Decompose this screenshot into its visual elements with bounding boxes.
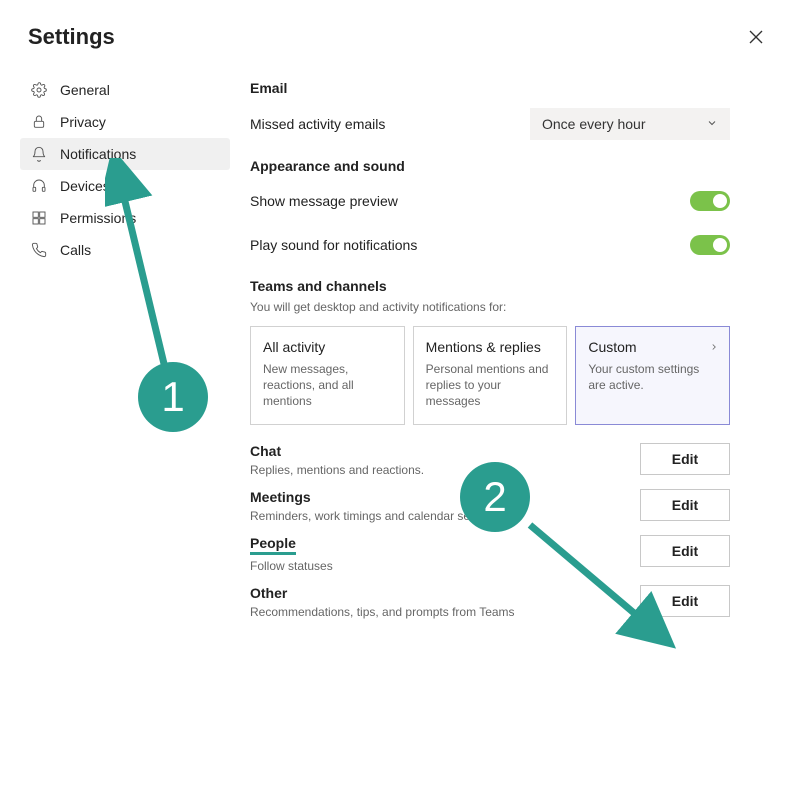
group-meetings-desc: Reminders, work timings and calendar set… bbox=[250, 509, 502, 523]
phone-icon bbox=[30, 241, 48, 259]
chevron-down-icon bbox=[706, 116, 718, 132]
page-title: Settings bbox=[28, 24, 115, 50]
group-people-title: People bbox=[250, 535, 296, 555]
content-area: Email Missed activity emails Once every … bbox=[230, 62, 770, 659]
section-teams-title: Teams and channels bbox=[250, 278, 730, 294]
sidebar-item-notifications[interactable]: Notifications bbox=[20, 138, 230, 170]
sidebar-item-general[interactable]: General bbox=[20, 74, 230, 106]
group-people-desc: Follow statuses bbox=[250, 559, 333, 573]
sidebar-item-calls[interactable]: Calls bbox=[20, 234, 230, 266]
sidebar-item-permissions[interactable]: Permissions bbox=[20, 202, 230, 234]
group-other-title: Other bbox=[250, 585, 515, 601]
sidebar: General Privacy Notifications Devices Pe… bbox=[0, 62, 230, 659]
section-appearance-title: Appearance and sound bbox=[250, 158, 730, 174]
card-mentions-replies[interactable]: Mentions & replies Personal mentions and… bbox=[413, 326, 568, 425]
sidebar-item-label: Calls bbox=[60, 242, 91, 258]
group-meetings-title: Meetings bbox=[250, 489, 502, 505]
sidebar-item-label: Devices bbox=[60, 178, 110, 194]
card-desc: Personal mentions and replies to your me… bbox=[426, 361, 555, 410]
edit-people-button[interactable]: Edit bbox=[640, 535, 730, 567]
card-desc: New messages, reactions, and all mention… bbox=[263, 361, 392, 410]
play-sound-label: Play sound for notifications bbox=[250, 237, 417, 253]
close-button[interactable] bbox=[744, 25, 768, 49]
lock-icon bbox=[30, 113, 48, 131]
show-preview-toggle[interactable] bbox=[690, 191, 730, 211]
show-preview-label: Show message preview bbox=[250, 193, 398, 209]
sidebar-item-label: Notifications bbox=[60, 146, 136, 162]
headset-icon bbox=[30, 177, 48, 195]
missed-activity-dropdown[interactable]: Once every hour bbox=[530, 108, 730, 140]
missed-activity-label: Missed activity emails bbox=[250, 116, 385, 132]
sidebar-item-label: Privacy bbox=[60, 114, 106, 130]
gear-icon bbox=[30, 81, 48, 99]
play-sound-toggle[interactable] bbox=[690, 235, 730, 255]
edit-meetings-button[interactable]: Edit bbox=[640, 489, 730, 521]
card-custom[interactable]: Custom Your custom settings are active. bbox=[575, 326, 730, 425]
edit-chat-button[interactable]: Edit bbox=[640, 443, 730, 475]
group-other-desc: Recommendations, tips, and prompts from … bbox=[250, 605, 515, 619]
card-desc: Your custom settings are active. bbox=[588, 361, 717, 393]
chevron-right-icon bbox=[709, 341, 719, 355]
edit-other-button[interactable]: Edit bbox=[640, 585, 730, 617]
card-title: All activity bbox=[263, 339, 392, 355]
dropdown-value: Once every hour bbox=[542, 116, 646, 132]
card-all-activity[interactable]: All activity New messages, reactions, an… bbox=[250, 326, 405, 425]
grid-icon bbox=[30, 209, 48, 227]
group-chat-title: Chat bbox=[250, 443, 424, 459]
close-icon bbox=[749, 30, 763, 44]
sidebar-item-label: Permissions bbox=[60, 210, 136, 226]
section-email-title: Email bbox=[250, 80, 730, 96]
card-title: Custom bbox=[588, 339, 717, 355]
teams-note: You will get desktop and activity notifi… bbox=[250, 300, 730, 314]
sidebar-item-privacy[interactable]: Privacy bbox=[20, 106, 230, 138]
bell-icon bbox=[30, 145, 48, 163]
card-title: Mentions & replies bbox=[426, 339, 555, 355]
sidebar-item-label: General bbox=[60, 82, 110, 98]
group-chat-desc: Replies, mentions and reactions. bbox=[250, 463, 424, 477]
sidebar-item-devices[interactable]: Devices bbox=[20, 170, 230, 202]
